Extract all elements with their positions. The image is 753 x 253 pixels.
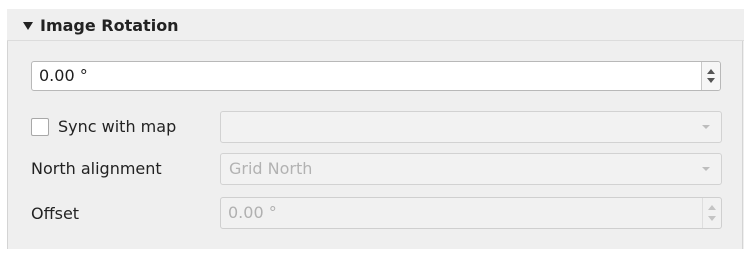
offset-value[interactable]: 0.00 ° xyxy=(228,198,277,228)
offset-spin-buttons[interactable] xyxy=(702,198,721,228)
offset-label: Offset xyxy=(31,204,80,223)
north-alignment-value: Grid North xyxy=(229,159,313,178)
sync-with-map-checkbox[interactable] xyxy=(31,118,49,136)
offset-spinbox[interactable]: 0.00 ° xyxy=(220,197,722,229)
chevron-down-icon[interactable] xyxy=(702,125,710,129)
north-alignment-combobox[interactable]: Grid North xyxy=(220,153,722,185)
image-rotation-panel: Image Rotation 0.00 ° Sync with map Nort… xyxy=(7,9,744,249)
sync-map-combobox[interactable] xyxy=(220,111,722,143)
chevron-down-icon[interactable] xyxy=(702,167,710,171)
section-title: Image Rotation xyxy=(40,16,179,35)
spin-up-icon[interactable] xyxy=(708,205,716,210)
spin-down-icon[interactable] xyxy=(708,216,716,221)
collapse-triangle-icon[interactable] xyxy=(23,22,33,30)
rotation-spin-buttons[interactable] xyxy=(701,62,720,90)
north-alignment-label: North alignment xyxy=(31,159,162,178)
section-header[interactable]: Image Rotation xyxy=(7,9,744,41)
spin-down-icon[interactable] xyxy=(707,78,715,83)
spin-up-icon[interactable] xyxy=(707,69,715,74)
sync-with-map-label[interactable]: Sync with map xyxy=(58,116,176,138)
rotation-groupbox: 0.00 ° Sync with map North alignment Gri… xyxy=(7,41,743,249)
rotation-value[interactable]: 0.00 ° xyxy=(39,62,88,90)
rotation-spinbox[interactable]: 0.00 ° xyxy=(31,61,721,91)
